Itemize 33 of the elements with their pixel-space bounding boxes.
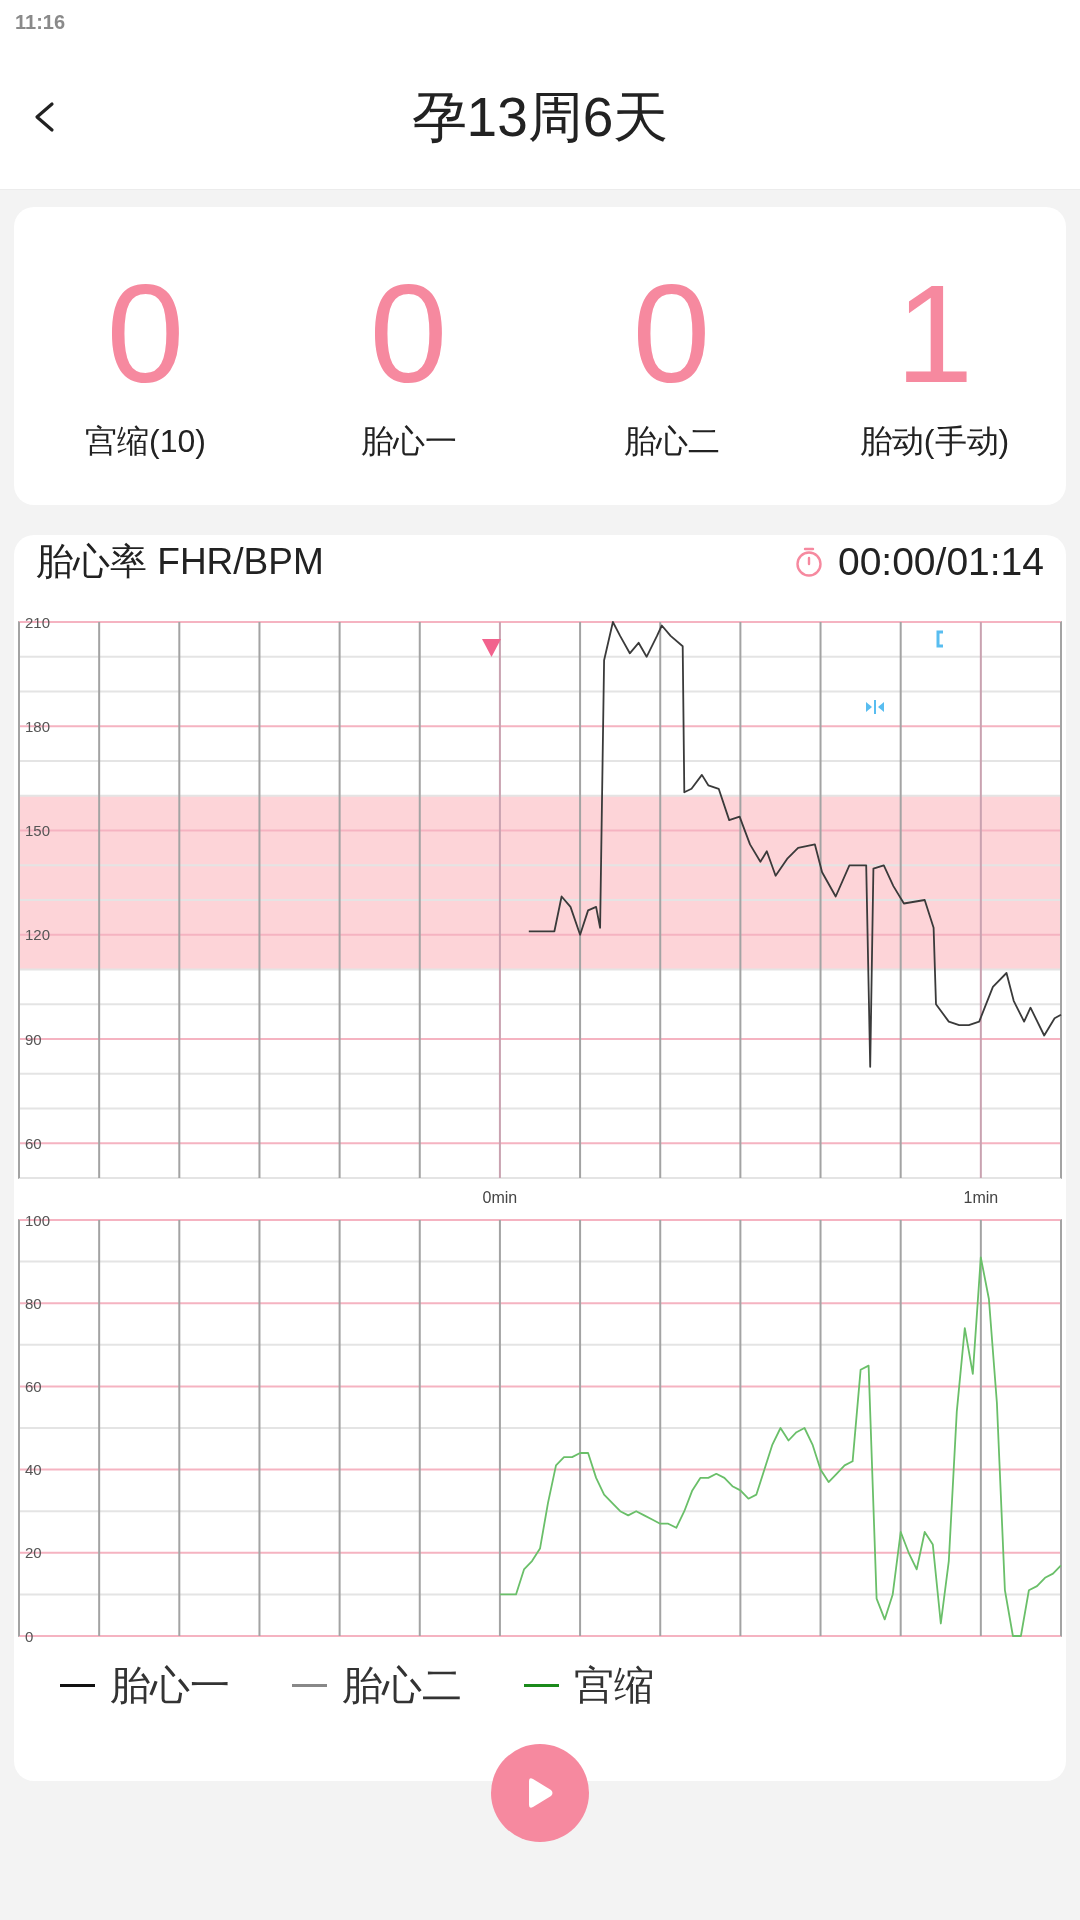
axis-tick-label: 60: [25, 1134, 42, 1152]
axis-tick-label: 60: [25, 1377, 42, 1395]
axis-tick-label: 150: [25, 822, 51, 839]
stat-label: 胎心二: [623, 423, 720, 460]
page-title: 孕13周6天: [410, 84, 670, 149]
timer-text: 00:00/01:14: [837, 540, 1044, 584]
axis-tick-label: 210: [25, 613, 51, 631]
stat-value: 1: [895, 264, 974, 404]
bracket-marker-icon: [936, 630, 943, 648]
stat-label: 宫缩(10): [85, 423, 206, 460]
axis-tick-label: 0min: [482, 1188, 518, 1206]
legend-label: 胎心二: [342, 1661, 462, 1709]
axis-tick-label: 90: [25, 1030, 42, 1048]
axis-tick-label: 80: [25, 1294, 42, 1312]
stat-value: 0: [106, 264, 185, 404]
axis-tick-label: 20: [25, 1544, 42, 1562]
stat-label: 胎心一: [360, 423, 457, 460]
stat-label: 胎动(手动): [859, 423, 1010, 460]
arrows-marker-icon: [866, 700, 884, 714]
axis-tick-label: 0: [25, 1627, 34, 1645]
stat-value: 0: [632, 264, 711, 404]
axis-tick-label: 100: [25, 1211, 51, 1229]
axis-tick-label: 40: [25, 1461, 42, 1479]
stat-value: 0: [369, 264, 448, 404]
axis-tick-label: 120: [25, 926, 51, 944]
clock-text: 11:16: [15, 10, 66, 34]
legend-label: 胎心一: [110, 1661, 230, 1709]
axis-tick-label: 180: [25, 717, 51, 735]
axis-tick-label: 1min: [963, 1188, 999, 1206]
legend-label: 宫缩: [574, 1661, 654, 1709]
stopwatch-icon: [794, 547, 823, 577]
chart-title: 胎心率 FHR/BPM: [36, 540, 324, 584]
triangle-marker-icon: [482, 639, 501, 657]
